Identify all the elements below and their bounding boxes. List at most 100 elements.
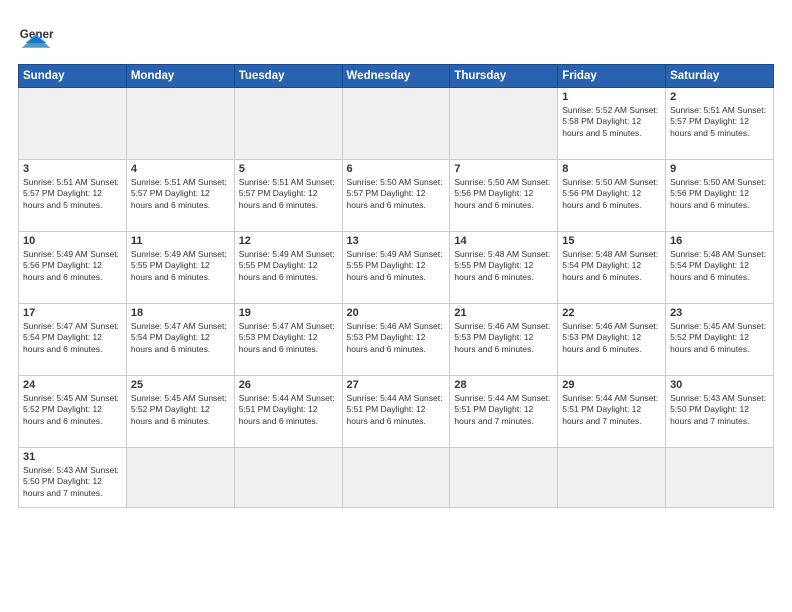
day-info: Sunrise: 5:50 AM Sunset: 5:56 PM Dayligh… — [454, 177, 553, 211]
day-info: Sunrise: 5:52 AM Sunset: 5:58 PM Dayligh… — [562, 105, 661, 139]
day-number: 6 — [347, 163, 446, 175]
calendar-cell: 2 Sunrise: 5:51 AM Sunset: 5:57 PM Daylig… — [666, 88, 774, 160]
day-number: 18 — [131, 307, 230, 319]
day-number: 26 — [239, 379, 338, 391]
day-info: Sunrise: 5:47 AM Sunset: 5:53 PM Dayligh… — [239, 321, 338, 355]
calendar-cell: 18 Sunrise: 5:47 AM Sunset: 5:54 PM Dayli… — [126, 304, 234, 376]
calendar-cell: 15 Sunrise: 5:48 AM Sunset: 5:54 PM Dayli… — [558, 232, 666, 304]
day-number: 23 — [670, 307, 769, 319]
calendar-cell: 31Sunrise: 5:43 AM Sunset: 5:50 PM Dayli… — [19, 448, 127, 508]
day-info: Sunrise: 5:49 AM Sunset: 5:55 PM Dayligh… — [347, 249, 446, 283]
day-number: 15 — [562, 235, 661, 247]
weekday-header-row: SundayMondayTuesdayWednesdayThursdayFrid… — [19, 65, 774, 88]
logo: General — [18, 18, 54, 54]
day-number: 4 — [131, 163, 230, 175]
calendar-cell: 24Sunrise: 5:45 AM Sunset: 5:52 PM Dayli… — [19, 376, 127, 448]
calendar-cell — [342, 88, 450, 160]
calendar-cell: 27 Sunrise: 5:44 AM Sunset: 5:51 PM Dayli… — [342, 376, 450, 448]
day-number: 21 — [454, 307, 553, 319]
day-info: Sunrise: 5:43 AM Sunset: 5:50 PM Dayligh… — [670, 393, 769, 427]
day-info: Sunrise: 5:48 AM Sunset: 5:55 PM Dayligh… — [454, 249, 553, 283]
calendar-row: 1Sunrise: 5:52 AM Sunset: 5:58 PM Daylig… — [19, 88, 774, 160]
day-info: Sunrise: 5:44 AM Sunset: 5:51 PM Dayligh… — [347, 393, 446, 427]
day-info: Sunrise: 5:45 AM Sunset: 5:52 PM Dayligh… — [670, 321, 769, 355]
day-number: 5 — [239, 163, 338, 175]
calendar-cell: 25Sunrise: 5:45 AM Sunset: 5:52 PM Dayli… — [126, 376, 234, 448]
calendar-cell: 19Sunrise: 5:47 AM Sunset: 5:53 PM Dayli… — [234, 304, 342, 376]
calendar-cell — [19, 88, 127, 160]
calendar-cell: 16 Sunrise: 5:48 AM Sunset: 5:54 PM Dayli… — [666, 232, 774, 304]
day-info: Sunrise: 5:48 AM Sunset: 5:54 PM Dayligh… — [562, 249, 661, 283]
day-info: Sunrise: 5:49 AM Sunset: 5:55 PM Dayligh… — [131, 249, 230, 283]
calendar-cell — [450, 448, 558, 508]
calendar-cell: 29Sunrise: 5:44 AM Sunset: 5:51 PM Dayli… — [558, 376, 666, 448]
calendar-table: SundayMondayTuesdayWednesdayThursdayFrid… — [18, 64, 774, 508]
calendar-row: 3Sunrise: 5:51 AM Sunset: 5:57 PM Daylig… — [19, 160, 774, 232]
calendar-cell: 22Sunrise: 5:46 AM Sunset: 5:53 PM Dayli… — [558, 304, 666, 376]
day-info: Sunrise: 5:46 AM Sunset: 5:53 PM Dayligh… — [454, 321, 553, 355]
day-info: Sunrise: 5:45 AM Sunset: 5:52 PM Dayligh… — [131, 393, 230, 427]
weekday-header-saturday: Saturday — [666, 65, 774, 88]
day-info: Sunrise: 5:50 AM Sunset: 5:56 PM Dayligh… — [670, 177, 769, 211]
weekday-header-sunday: Sunday — [19, 65, 127, 88]
calendar-cell: 7 Sunrise: 5:50 AM Sunset: 5:56 PM Daylig… — [450, 160, 558, 232]
generalblue-icon: General — [18, 18, 54, 54]
day-info: Sunrise: 5:46 AM Sunset: 5:53 PM Dayligh… — [347, 321, 446, 355]
weekday-header-wednesday: Wednesday — [342, 65, 450, 88]
day-number: 16 — [670, 235, 769, 247]
day-info: Sunrise: 5:45 AM Sunset: 5:52 PM Dayligh… — [23, 393, 122, 427]
day-number: 31 — [23, 451, 122, 463]
calendar-cell: 17 Sunrise: 5:47 AM Sunset: 5:54 PM Dayli… — [19, 304, 127, 376]
day-number: 28 — [454, 379, 553, 391]
calendar-cell: 3Sunrise: 5:51 AM Sunset: 5:57 PM Daylig… — [19, 160, 127, 232]
calendar-cell — [342, 448, 450, 508]
calendar-cell: 30 Sunrise: 5:43 AM Sunset: 5:50 PM Dayli… — [666, 376, 774, 448]
calendar-cell: 23 Sunrise: 5:45 AM Sunset: 5:52 PM Dayli… — [666, 304, 774, 376]
calendar-cell — [450, 88, 558, 160]
header: General — [18, 18, 774, 54]
day-number: 13 — [347, 235, 446, 247]
calendar-cell: 6Sunrise: 5:50 AM Sunset: 5:57 PM Daylig… — [342, 160, 450, 232]
calendar-cell — [234, 448, 342, 508]
calendar-cell: 13 Sunrise: 5:49 AM Sunset: 5:55 PM Dayli… — [342, 232, 450, 304]
day-info: Sunrise: 5:44 AM Sunset: 5:51 PM Dayligh… — [239, 393, 338, 427]
day-info: Sunrise: 5:51 AM Sunset: 5:57 PM Dayligh… — [23, 177, 122, 211]
day-info: Sunrise: 5:49 AM Sunset: 5:56 PM Dayligh… — [23, 249, 122, 283]
calendar-row: 31Sunrise: 5:43 AM Sunset: 5:50 PM Dayli… — [19, 448, 774, 508]
day-info: Sunrise: 5:47 AM Sunset: 5:54 PM Dayligh… — [23, 321, 122, 355]
day-info: Sunrise: 5:44 AM Sunset: 5:51 PM Dayligh… — [562, 393, 661, 427]
day-number: 27 — [347, 379, 446, 391]
day-number: 8 — [562, 163, 661, 175]
day-info: Sunrise: 5:51 AM Sunset: 5:57 PM Dayligh… — [131, 177, 230, 211]
day-info: Sunrise: 5:51 AM Sunset: 5:57 PM Dayligh… — [239, 177, 338, 211]
calendar-cell: 4 Sunrise: 5:51 AM Sunset: 5:57 PM Daylig… — [126, 160, 234, 232]
day-number: 2 — [670, 91, 769, 103]
day-number: 30 — [670, 379, 769, 391]
day-info: Sunrise: 5:51 AM Sunset: 5:57 PM Dayligh… — [670, 105, 769, 139]
day-number: 9 — [670, 163, 769, 175]
day-info: Sunrise: 5:47 AM Sunset: 5:54 PM Dayligh… — [131, 321, 230, 355]
day-number: 7 — [454, 163, 553, 175]
calendar-cell: 5 Sunrise: 5:51 AM Sunset: 5:57 PM Daylig… — [234, 160, 342, 232]
day-number: 14 — [454, 235, 553, 247]
calendar-cell: 14 Sunrise: 5:48 AM Sunset: 5:55 PM Dayli… — [450, 232, 558, 304]
calendar-cell: 1Sunrise: 5:52 AM Sunset: 5:58 PM Daylig… — [558, 88, 666, 160]
calendar-cell: 9 Sunrise: 5:50 AM Sunset: 5:56 PM Daylig… — [666, 160, 774, 232]
day-info: Sunrise: 5:50 AM Sunset: 5:56 PM Dayligh… — [562, 177, 661, 211]
calendar-cell: 21 Sunrise: 5:46 AM Sunset: 5:53 PM Dayli… — [450, 304, 558, 376]
day-number: 20 — [347, 307, 446, 319]
weekday-header-thursday: Thursday — [450, 65, 558, 88]
weekday-header-friday: Friday — [558, 65, 666, 88]
calendar-cell: 11Sunrise: 5:49 AM Sunset: 5:55 PM Dayli… — [126, 232, 234, 304]
calendar-cell — [234, 88, 342, 160]
calendar-cell — [126, 448, 234, 508]
weekday-header-tuesday: Tuesday — [234, 65, 342, 88]
day-number: 10 — [23, 235, 122, 247]
calendar-cell: 8 Sunrise: 5:50 AM Sunset: 5:56 PM Daylig… — [558, 160, 666, 232]
calendar-row: 17 Sunrise: 5:47 AM Sunset: 5:54 PM Dayli… — [19, 304, 774, 376]
calendar-cell — [126, 88, 234, 160]
calendar-cell: 20 Sunrise: 5:46 AM Sunset: 5:53 PM Dayli… — [342, 304, 450, 376]
day-info: Sunrise: 5:49 AM Sunset: 5:55 PM Dayligh… — [239, 249, 338, 283]
day-info: Sunrise: 5:48 AM Sunset: 5:54 PM Dayligh… — [670, 249, 769, 283]
day-number: 17 — [23, 307, 122, 319]
